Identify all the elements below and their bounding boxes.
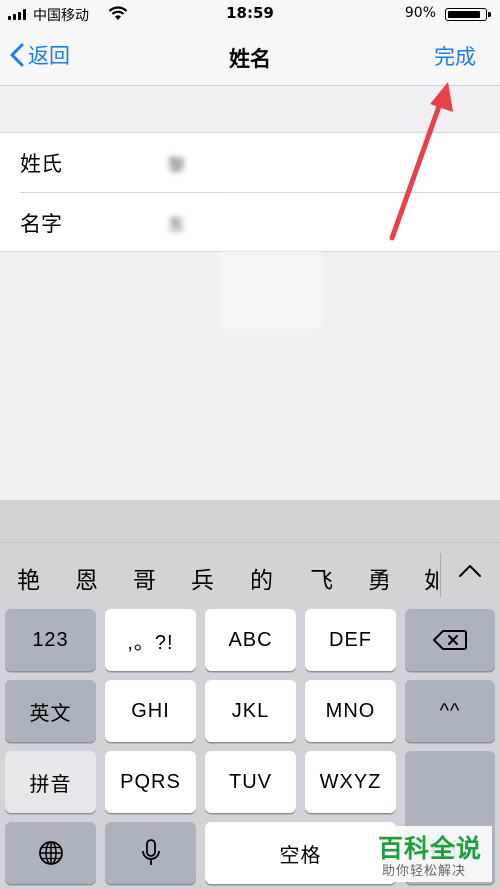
candidate-bar: 艳 恩 哥 兵 的 飞 勇 如 [0,542,500,604]
candidate-item[interactable]: 勇 [368,561,391,595]
key-pinyin[interactable]: 拼音 [5,751,96,813]
watermark-tagline: 助你轻松解决 [382,864,467,879]
keyboard-top-gap [0,500,500,542]
surname-label: 姓氏 [20,152,62,176]
candidate-item[interactable]: 艳 [17,561,40,595]
key-wxyz[interactable]: WXYZ [305,751,396,813]
key-english[interactable]: 英文 [5,680,96,742]
key-pqrs[interactable]: PQRS [105,751,196,813]
key-tuv[interactable]: TUV [205,751,296,813]
battery-percent: 90% [404,5,436,21]
redaction-blur [218,192,324,332]
key-mno[interactable]: MNO [305,680,396,742]
delete-icon [433,630,467,650]
candidate-item[interactable]: 飞 [310,561,333,595]
key-ghi[interactable]: GHI [105,680,196,742]
surname-field[interactable]: 黎 [168,151,185,176]
done-button[interactable]: 完成 [434,41,476,71]
battery-icon [445,8,491,21]
key-abc[interactable]: ABC [205,609,296,671]
key-punctuation[interactable]: ,。?! [105,609,196,671]
candidate-item[interactable]: 兵 [191,561,214,595]
key-emoticon[interactable]: ^^ [405,680,495,742]
candidate-divider [440,553,441,597]
key-delete[interactable] [405,609,495,671]
given-name-field[interactable]: 东 [168,211,185,236]
candidate-item[interactable]: 哥 [133,561,156,595]
key-123[interactable]: 123 [5,609,96,671]
candidate-item[interactable]: 恩 [75,561,98,595]
key-def[interactable]: DEF [305,609,396,671]
microphone-icon [141,839,160,865]
candidate-item[interactable]: 的 [250,561,273,595]
key-jkl[interactable]: JKL [205,680,296,742]
annotation-arrow [389,82,453,241]
chevron-up-icon[interactable] [458,563,482,579]
given-name-label: 名字 [20,212,62,236]
globe-icon [38,841,63,865]
key-globe[interactable] [5,822,96,884]
status-bar: 中国移动 18:59 90% [0,0,500,28]
candidate-item[interactable]: 如 [424,561,438,595]
page-title: 姓名 [229,47,271,71]
key-dictation[interactable] [105,822,196,884]
watermark: 百科全说 助你轻松解决 [368,826,492,882]
